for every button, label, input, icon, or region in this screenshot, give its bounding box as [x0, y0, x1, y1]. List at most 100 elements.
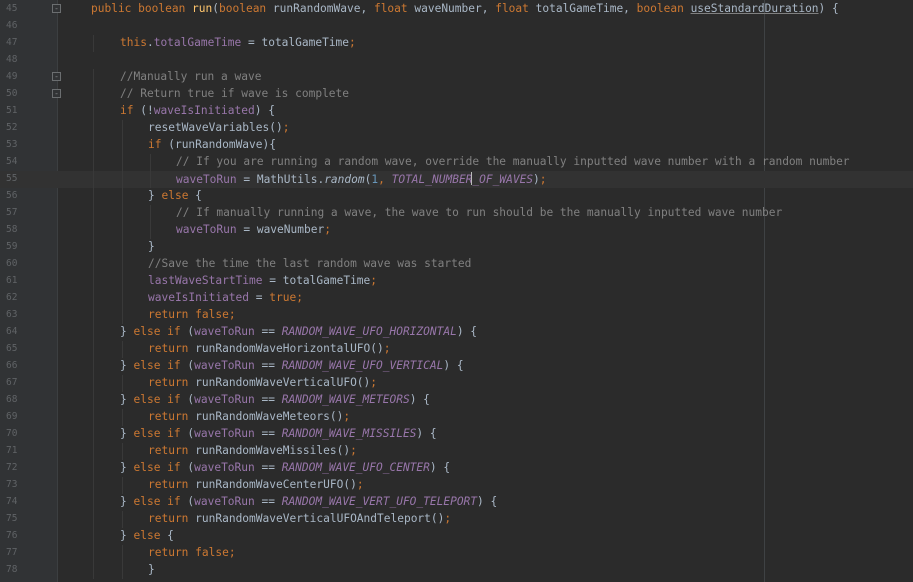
- code-token: this: [120, 36, 147, 49]
- code-token: waveToRun: [194, 359, 255, 372]
- code-line[interactable]: 56} else {: [0, 188, 913, 205]
- code-token: }: [120, 393, 134, 406]
- code-text[interactable]: } else if (waveToRun == RANDOM_WAVE_VERT…: [120, 495, 497, 508]
- code-line[interactable]: 60 //Save the time the last random wave w…: [0, 256, 913, 273]
- code-line[interactable]: 49 - //Manually run a wave: [0, 69, 913, 86]
- code-line[interactable]: 52 resetWaveVariables();: [0, 120, 913, 137]
- indent-guide: [93, 511, 94, 528]
- code-text[interactable]: return runRandomWaveHorizontalUFO();: [148, 342, 391, 355]
- indent-guide: [122, 154, 123, 171]
- code-line[interactable]: 68} else if (waveToRun == RANDOM_WAVE_ME…: [0, 392, 913, 409]
- code-token: RANDOM_WAVE_UFO_CENTER: [281, 461, 430, 474]
- code-text[interactable]: }: [148, 240, 155, 253]
- code-token: }: [148, 189, 162, 202]
- code-text[interactable]: return runRandomWaveVerticalUFOAndTelepo…: [148, 512, 451, 525]
- code-line[interactable]: 72} else if (waveToRun == RANDOM_WAVE_UF…: [0, 460, 913, 477]
- code-text[interactable]: resetWaveVariables();: [148, 121, 289, 134]
- code-token: boolean: [219, 2, 273, 15]
- code-token: ) {: [409, 393, 430, 406]
- code-line[interactable]: 48: [0, 52, 913, 69]
- code-line[interactable]: 61 lastWaveStartTime = totalGameTime;: [0, 273, 913, 290]
- code-line[interactable]: 76} else {: [0, 528, 913, 545]
- code-text[interactable]: if (!waveIsInitiated) {: [120, 104, 275, 117]
- code-line[interactable]: 64} else if (waveToRun == RANDOM_WAVE_UF…: [0, 324, 913, 341]
- code-line[interactable]: 57 // If manually running a wave, the wav…: [0, 205, 913, 222]
- code-token: waveToRun: [176, 173, 237, 186]
- code-token: runRandomWaveVerticalUFOAndTeleport(): [195, 512, 445, 525]
- code-line[interactable]: 55 waveToRun = MathUtils.random(1, TOTAL_…: [0, 171, 913, 188]
- indent-guide: [122, 120, 123, 137]
- indent-guide: [122, 273, 123, 290]
- code-token: else if: [133, 359, 188, 372]
- code-line[interactable]: 74} else if (waveToRun == RANDOM_WAVE_VE…: [0, 494, 913, 511]
- code-token: //Manually run a wave: [120, 70, 262, 83]
- code-line[interactable]: 45- public boolean run(boolean runRandomW…: [0, 1, 913, 18]
- code-text[interactable]: waveToRun = waveNumber;: [176, 223, 331, 236]
- fold-toggle-icon[interactable]: -: [52, 4, 61, 13]
- code-token: //Save the time the last random wave was…: [148, 257, 472, 270]
- code-line[interactable]: 51 if (!waveIsInitiated) {: [0, 103, 913, 120]
- code-text[interactable]: }: [148, 563, 155, 576]
- indent-guide: [93, 324, 94, 341]
- code-line[interactable]: 50 - // Return true if wave is complete: [0, 86, 913, 103]
- code-line[interactable]: 73 return runRandomWaveCenterUFO();: [0, 477, 913, 494]
- code-token: ==: [254, 461, 282, 474]
- code-line[interactable]: 59}: [0, 239, 913, 256]
- code-token: else: [161, 189, 196, 202]
- code-text[interactable]: return false;: [148, 308, 236, 321]
- code-text[interactable]: return runRandomWaveMeteors();: [148, 410, 350, 423]
- code-text[interactable]: } else if (waveToRun == RANDOM_WAVE_UFO_…: [120, 325, 477, 338]
- code-text[interactable]: return runRandomWaveMissiles();: [148, 444, 357, 457]
- code-text[interactable]: // If you are running a random wave, ove…: [176, 155, 850, 168]
- code-text[interactable]: return false;: [148, 546, 236, 559]
- code-text[interactable]: } else if (waveToRun == RANDOM_WAVE_MISS…: [120, 427, 437, 440]
- code-text[interactable]: if (runRandomWave){: [148, 138, 276, 151]
- code-line[interactable]: 78}: [0, 562, 913, 579]
- code-line[interactable]: 70} else if (waveToRun == RANDOM_WAVE_MI…: [0, 426, 913, 443]
- code-line[interactable]: 65 return runRandomWaveHorizontalUFO();: [0, 341, 913, 358]
- indent-guide: [150, 171, 151, 188]
- code-text[interactable]: // If manually running a wave, the wave …: [176, 206, 782, 219]
- code-text[interactable]: } else {: [148, 189, 202, 202]
- code-line[interactable]: 54 // If you are running a random wave, o…: [0, 154, 913, 171]
- code-editor[interactable]: 45- public boolean run(boolean runRandomW…: [0, 0, 913, 582]
- code-token: ;: [343, 410, 351, 423]
- indent-guide: [122, 256, 123, 273]
- code-line[interactable]: 47 this.totalGameTime = totalGameTime;: [0, 35, 913, 52]
- fold-toggle-icon[interactable]: -: [52, 72, 61, 81]
- code-text[interactable]: waveToRun = MathUtils.random(1, TOTAL_NU…: [176, 172, 547, 186]
- code-text[interactable]: return runRandomWaveVerticalUFO();: [148, 376, 377, 389]
- indent-guide: [122, 171, 123, 188]
- code-text[interactable]: public boolean run(boolean runRandomWave…: [91, 2, 839, 15]
- code-text[interactable]: waveIsInitiated = true;: [148, 291, 303, 304]
- code-text[interactable]: } else {: [120, 529, 174, 542]
- line-number: 78: [6, 564, 18, 575]
- code-line[interactable]: 66} else if (waveToRun == RANDOM_WAVE_UF…: [0, 358, 913, 375]
- code-token: ==: [254, 359, 282, 372]
- code-text[interactable]: // Return true if wave is complete: [120, 87, 349, 100]
- code-text[interactable]: } else if (waveToRun == RANDOM_WAVE_METE…: [120, 393, 430, 406]
- code-token: ) {: [456, 325, 478, 338]
- code-text[interactable]: return runRandomWaveCenterUFO();: [148, 478, 364, 491]
- code-text[interactable]: //Save the time the last random wave was…: [148, 257, 471, 270]
- code-text[interactable]: lastWaveStartTime = totalGameTime;: [148, 274, 377, 287]
- code-line[interactable]: 58 waveToRun = waveNumber;: [0, 222, 913, 239]
- code-text[interactable]: } else if (waveToRun == RANDOM_WAVE_UFO_…: [120, 461, 450, 474]
- code-line[interactable]: 63 return false;: [0, 307, 913, 324]
- code-line[interactable]: 71 return runRandomWaveMissiles();: [0, 443, 913, 460]
- code-line[interactable]: 46: [0, 18, 913, 35]
- code-line[interactable]: 53 if (runRandomWave){: [0, 137, 913, 154]
- code-text[interactable]: //Manually run a wave: [120, 70, 261, 83]
- indent-guide: [122, 545, 123, 562]
- code-token: waveToRun: [176, 223, 237, 236]
- fold-toggle-icon[interactable]: -: [52, 89, 61, 98]
- code-line[interactable]: 77 return false;: [0, 545, 913, 562]
- code-line[interactable]: 67 return runRandomWaveVerticalUFO();: [0, 375, 913, 392]
- code-line[interactable]: 69 return runRandomWaveMeteors();: [0, 409, 913, 426]
- code-text[interactable]: } else if (waveToRun == RANDOM_WAVE_UFO_…: [120, 359, 464, 372]
- code-line[interactable]: 75 return runRandomWaveVerticalUFOAndTele…: [0, 511, 913, 528]
- line-number: 63: [6, 309, 18, 320]
- code-text[interactable]: this.totalGameTime = totalGameTime;: [120, 36, 356, 49]
- code-token: useStandardDuration: [690, 2, 819, 15]
- code-line[interactable]: 62 waveIsInitiated = true;: [0, 290, 913, 307]
